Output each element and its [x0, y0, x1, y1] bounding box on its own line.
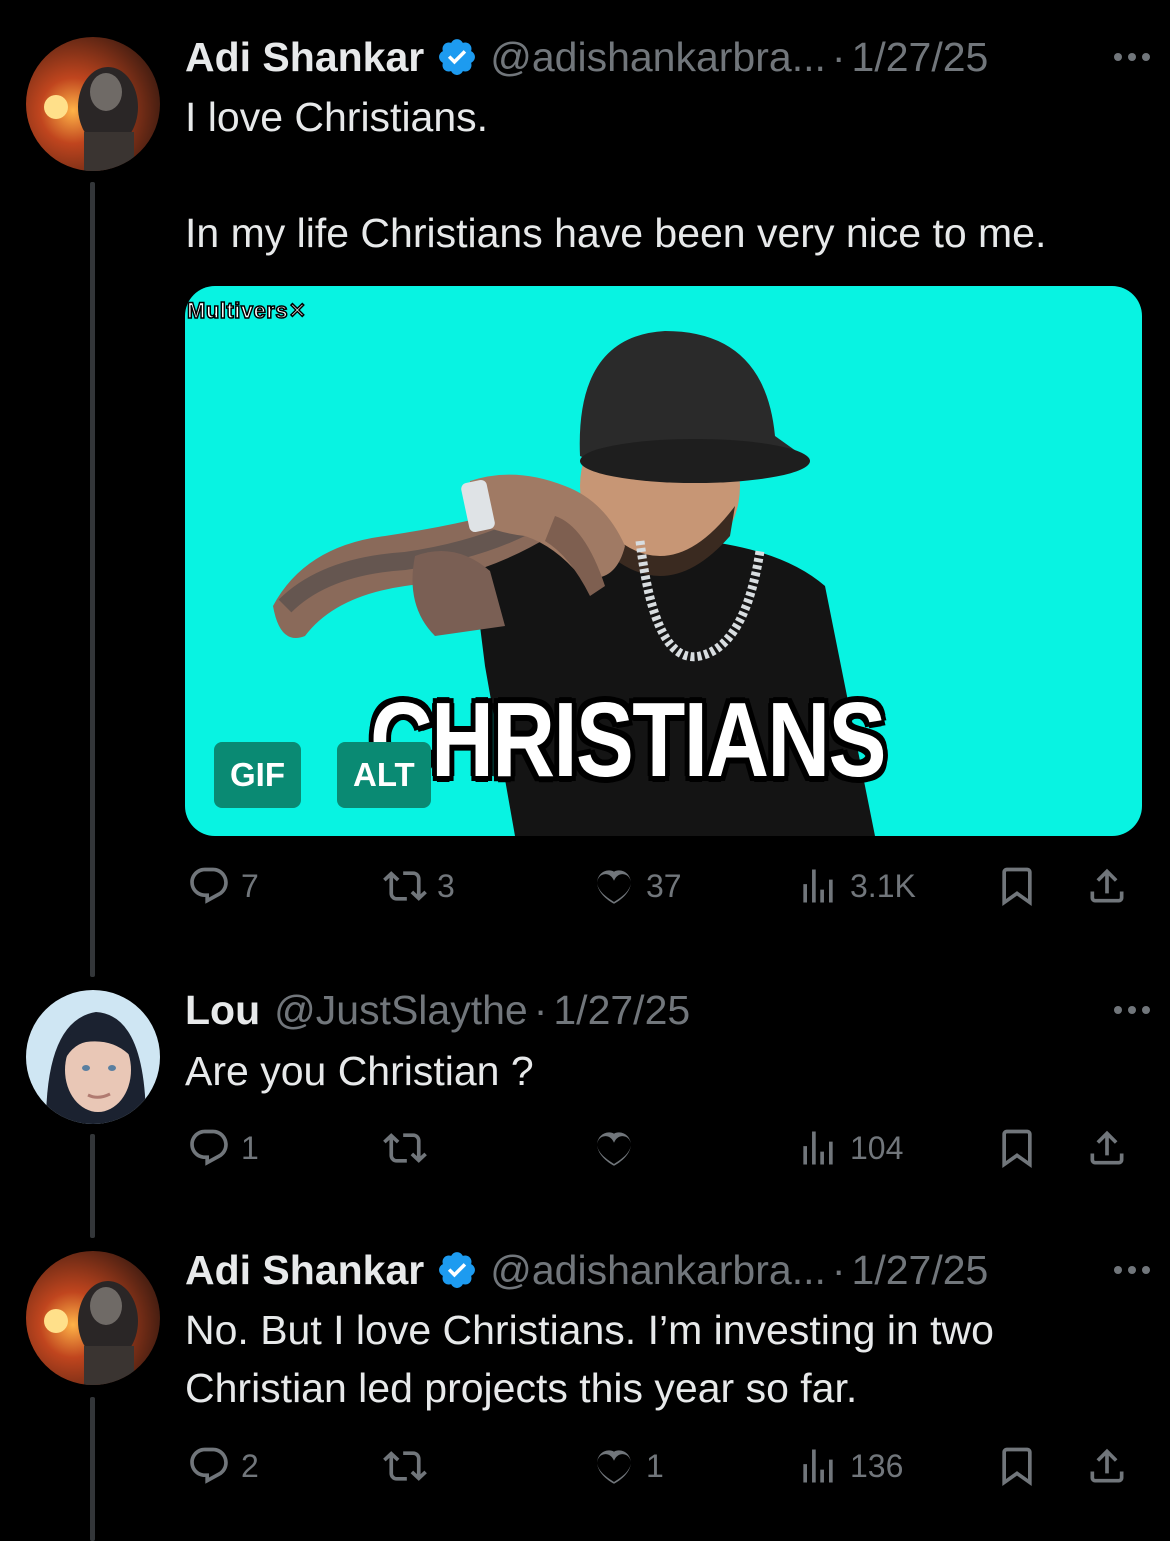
reply-count: 1	[241, 1129, 259, 1166]
tweet-header: Lou @JustSlaythe · 1/27/25	[185, 985, 1150, 1035]
verified-badge-icon	[439, 1252, 476, 1288]
repost-count: 3	[437, 867, 455, 904]
reply-button[interactable]: 2	[187, 1441, 259, 1491]
like-count: 1	[646, 1447, 664, 1484]
reply-icon	[190, 867, 228, 904]
like-icon	[597, 1132, 631, 1166]
gif-media[interactable]: Multivers✕ CHRISTIANS GIF ALT	[185, 286, 1142, 836]
gif-caption: CHRISTIANS	[370, 681, 886, 799]
views-button[interactable]: 136	[796, 1441, 903, 1491]
repost-icon	[383, 1451, 427, 1481]
share-button[interactable]	[1085, 1123, 1129, 1173]
author-handle[interactable]: @adishankarbra...	[490, 1247, 826, 1294]
author-handle[interactable]: @adishankarbra...	[490, 34, 826, 81]
reply-button[interactable]: 7	[187, 861, 259, 911]
like-icon	[597, 1450, 631, 1484]
share-button[interactable]	[1085, 1441, 1129, 1491]
bookmark-icon	[1002, 867, 1032, 907]
more-icon[interactable]	[1114, 1245, 1150, 1295]
tweet-date[interactable]: 1/27/25	[852, 1247, 989, 1294]
tweet-text: Are you Christian ?	[185, 1048, 534, 1094]
views-count: 136	[850, 1447, 904, 1484]
reply-count: 7	[241, 867, 259, 904]
share-icon	[1090, 868, 1124, 903]
avatar[interactable]	[26, 37, 160, 171]
tweet-date[interactable]: 1/27/25	[852, 34, 989, 81]
reply-icon	[190, 1447, 228, 1484]
like-icon	[597, 870, 631, 904]
repost-icon	[383, 871, 427, 901]
author-name[interactable]: Lou	[185, 987, 260, 1034]
avatar-image	[26, 37, 160, 171]
gif-watermark: Multivers✕	[186, 297, 308, 324]
reply-count: 2	[241, 1447, 259, 1484]
thread-line	[90, 1134, 95, 1238]
separator-dot: ·	[831, 1246, 846, 1293]
tweet-header: Adi Shankar @adishankarbra... · 1/27/25	[185, 32, 1150, 82]
share-button[interactable]	[1085, 861, 1129, 911]
bookmark-button[interactable]	[995, 1123, 1039, 1173]
views-count: 104	[850, 1129, 904, 1166]
separator-dot: ·	[831, 33, 846, 80]
bookmark-button[interactable]	[995, 861, 1039, 911]
like-count: 37	[646, 867, 682, 904]
reply-icon	[190, 1129, 228, 1166]
thread-line	[90, 1397, 95, 1541]
avatar[interactable]	[26, 1251, 160, 1385]
separator-dot: ·	[533, 986, 548, 1033]
views-button[interactable]: 3.1K	[796, 861, 916, 911]
share-icon	[1090, 1130, 1124, 1165]
like-button[interactable]: 37	[592, 861, 682, 911]
tweet-actions: 7 3 37 3.1K	[185, 861, 1145, 911]
reply-button[interactable]: 1	[187, 1123, 259, 1173]
share-icon	[1090, 1448, 1124, 1483]
tweet[interactable]: Adi Shankar @adishankarbra... · 1/27/25 …	[0, 0, 1170, 960]
avatar-image	[26, 1251, 160, 1385]
tweet-actions: 1 104	[185, 1123, 1145, 1173]
views-icon	[803, 1131, 833, 1165]
views-icon	[803, 869, 833, 903]
views-button[interactable]: 104	[796, 1123, 903, 1173]
verified-badge-icon	[439, 39, 476, 75]
more-icon[interactable]	[1114, 32, 1150, 82]
tweet-header: Adi Shankar @adishankarbra... · 1/27/25	[185, 1245, 1150, 1295]
bookmark-button[interactable]	[995, 1441, 1039, 1491]
avatar-image	[26, 990, 160, 1124]
like-button[interactable]: 1	[592, 1441, 664, 1491]
avatar[interactable]	[26, 990, 160, 1124]
views-icon	[803, 1449, 833, 1483]
repost-icon	[383, 1133, 427, 1163]
tweet-text: I love Christians. In my life Christians…	[185, 94, 1047, 256]
alt-badge[interactable]: ALT	[337, 742, 431, 808]
like-button[interactable]	[592, 1123, 646, 1173]
views-count: 3.1K	[850, 867, 916, 904]
tweet-text: No. But I love Christians. I’m investing…	[185, 1307, 994, 1411]
repost-button[interactable]	[383, 1123, 437, 1173]
tweet-date[interactable]: 1/27/25	[553, 987, 690, 1034]
repost-button[interactable]	[383, 1441, 437, 1491]
tweet-actions: 2 1 136	[185, 1441, 1145, 1491]
repost-button[interactable]: 3	[383, 861, 455, 911]
bookmark-icon	[1002, 1129, 1032, 1169]
author-name[interactable]: Adi Shankar	[185, 1247, 424, 1294]
author-name[interactable]: Adi Shankar	[185, 34, 424, 81]
more-icon[interactable]	[1114, 985, 1150, 1035]
bookmark-icon	[1002, 1447, 1032, 1487]
gif-badge: GIF	[214, 742, 301, 808]
author-handle[interactable]: @JustSlaythe	[274, 987, 528, 1034]
